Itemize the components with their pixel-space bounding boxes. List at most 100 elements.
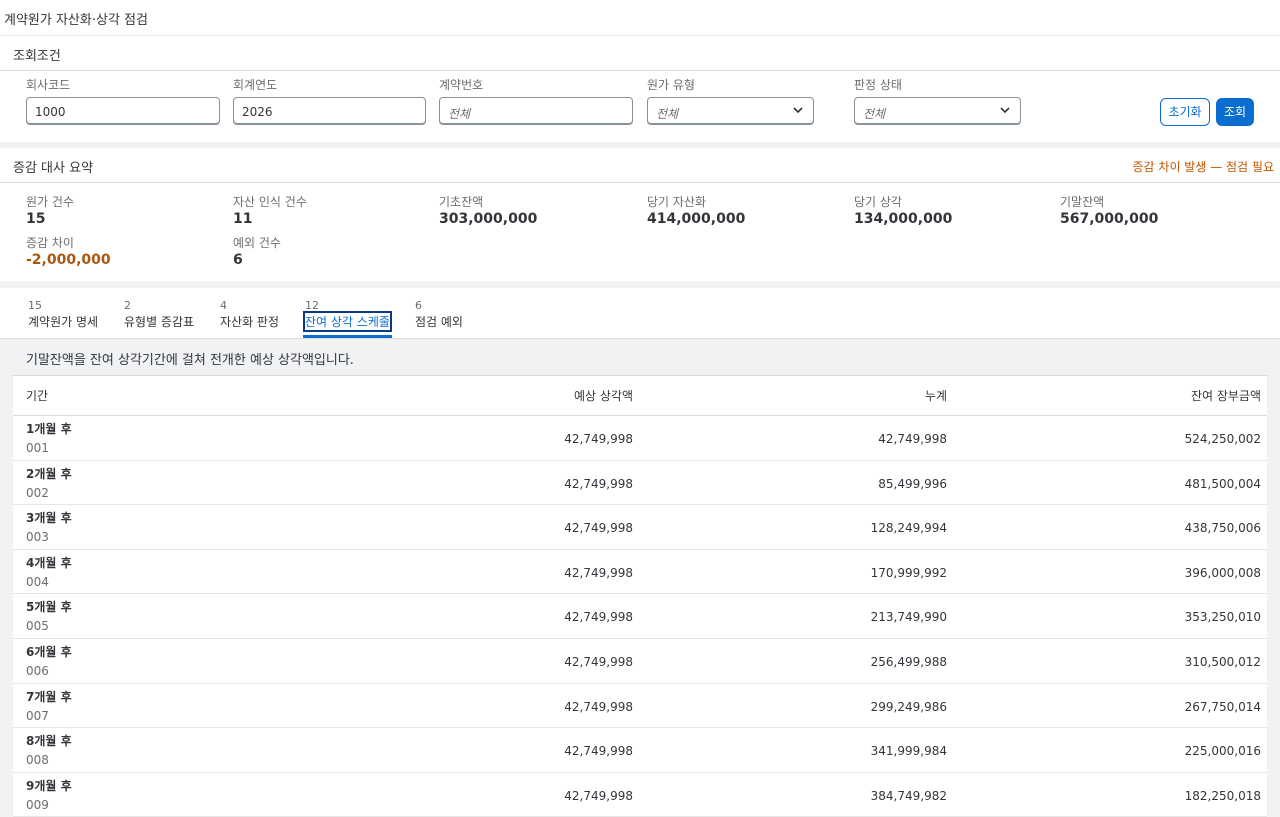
- tab-capitalization-judgement[interactable]: 4 자산화 판정: [220, 288, 280, 338]
- table-row[interactable]: 2개월 후 002 42,749,998 85,499,996 481,500,004: [13, 460, 1267, 506]
- tab-remaining-amortization-schedule[interactable]: 12 잔여 상각 스케줄: [303, 288, 392, 338]
- kpi-label-capitalization: 당기 자산화: [647, 195, 707, 209]
- expected-amortization-cell: 42,749,998: [564, 744, 633, 759]
- kpi-label-exception-count: 예외 건수: [233, 236, 281, 250]
- period-cell: 5개월 후: [26, 600, 72, 615]
- reset-button[interactable]: 초기화: [1160, 98, 1210, 126]
- kpi-value-cost-count: 15: [26, 211, 46, 227]
- summary-status-text: 증감 차이 발생 — 점검 필요: [1132, 160, 1274, 174]
- expected-amortization-cell: 42,749,998: [564, 654, 633, 669]
- table-row[interactable]: 5개월 후 005 42,749,998 213,749,990 353,250,010: [13, 594, 1267, 639]
- remaining-book-value-cell: 182,250,018: [1184, 788, 1261, 803]
- kpi-label-amortization: 당기 상각: [854, 195, 902, 209]
- chevron-down-icon: [1000, 107, 1010, 114]
- remaining-book-value-cell: 438,750,006: [1184, 521, 1261, 536]
- kpi-value-asset-count: 11: [233, 211, 253, 227]
- column-header-remaining-book-value: 잔여 장부금액: [1190, 389, 1261, 403]
- expected-amortization-cell: 42,749,998: [564, 432, 633, 446]
- table-row[interactable]: 6개월 후 006 42,749,998 256,499,988 310,500,012: [13, 638, 1267, 684]
- fiscal-year-input[interactable]: 2026: [233, 97, 426, 125]
- period-code-cell: 007: [26, 708, 49, 723]
- column-header-expected-amortization: 예상 상각액: [573, 389, 633, 403]
- cumulative-cell: 256,499,988: [870, 654, 947, 669]
- summary-panel-header: 증감 대사 요약 증감 차이 발생 — 점검 필요: [0, 148, 1280, 183]
- tab-contract-cost-details[interactable]: 15 계약원가 명세: [28, 288, 100, 338]
- kpi-label-closing-balance: 기말잔액: [1060, 195, 1105, 209]
- search-button[interactable]: 조회: [1216, 98, 1254, 126]
- cumulative-cell: 213,749,990: [870, 610, 947, 625]
- remaining-book-value-cell: 267,750,014: [1184, 699, 1261, 714]
- table-row[interactable]: 7개월 후 007 42,749,998 299,249,986 267,750,014: [13, 683, 1267, 729]
- tab-label: 유형별 증감표: [124, 315, 195, 329]
- kpi-value-difference: -2,000,000: [26, 252, 111, 268]
- cost-type-value: 전체: [656, 107, 679, 121]
- cumulative-cell: 299,249,986: [870, 699, 947, 714]
- period-cell: 3개월 후: [26, 511, 72, 526]
- tab-review-exceptions[interactable]: 6 점검 예외: [415, 288, 465, 338]
- chevron-down-icon: [793, 107, 803, 114]
- summary-panel: 증감 대사 요약 증감 차이 발생 — 점검 필요 원가 건수 15 자산 인식…: [0, 148, 1280, 281]
- table-row[interactable]: 9개월 후 009 42,749,998 384,749,982 182,250,018: [13, 772, 1267, 817]
- page-title: 계약원가 자산화·상각 점검: [4, 13, 148, 28]
- period-code-cell: 003: [26, 530, 49, 545]
- tab-label: 계약원가 명세: [28, 315, 99, 329]
- period-cell: 1개월 후: [26, 422, 72, 436]
- filter-panel-header: 조회조건: [0, 36, 1280, 71]
- cumulative-cell: 384,749,982: [870, 788, 947, 803]
- filter-section-title: 조회조건: [13, 49, 61, 64]
- tab-type-movement[interactable]: 2 유형별 증감표: [124, 288, 196, 338]
- contract-no-label: 계약번호: [439, 78, 484, 92]
- period-code-cell: 001: [26, 441, 49, 455]
- remaining-book-value-cell: 353,250,010: [1184, 610, 1261, 625]
- kpi-label-difference: 증감 차이: [26, 236, 74, 250]
- judgement-status-label: 판정 상태: [854, 78, 902, 92]
- cumulative-cell: 42,749,998: [878, 432, 947, 446]
- table-row[interactable]: 1개월 후 001 42,749,998 42,749,998 524,250,002: [13, 416, 1267, 461]
- period-cell: 8개월 후: [26, 734, 72, 749]
- tab-label: 자산화 판정: [220, 315, 280, 329]
- summary-section-title: 증감 대사 요약: [13, 161, 94, 176]
- period-cell: 9개월 후: [26, 778, 72, 793]
- expected-amortization-cell: 42,749,998: [564, 476, 633, 491]
- active-tab-indicator: [303, 335, 392, 338]
- tab-bar: 15 계약원가 명세 2 유형별 증감표 4 자산화 판정 12 잔여 상각 스…: [0, 288, 1280, 339]
- tab-count: 12: [305, 299, 319, 312]
- period-code-cell: 006: [26, 663, 49, 678]
- period-cell: 4개월 후: [26, 555, 72, 570]
- schedule-description: 기말잔액을 잔여 상각기간에 걸쳐 전개한 예상 상각액입니다.: [26, 353, 354, 368]
- kpi-value-capitalization: 414,000,000: [647, 211, 746, 227]
- expected-amortization-cell: 42,749,998: [564, 610, 633, 625]
- cumulative-cell: 85,499,996: [878, 476, 947, 491]
- tab-count: 6: [415, 299, 422, 312]
- kpi-value-exception-count: 6: [233, 252, 243, 268]
- kpi-value-opening-balance: 303,000,000: [439, 211, 538, 227]
- judgement-status-select[interactable]: 전체: [854, 97, 1021, 125]
- period-code-cell: 008: [26, 753, 49, 768]
- column-header-period: 기간: [26, 389, 49, 403]
- remaining-book-value-cell: 396,000,008: [1184, 565, 1261, 580]
- table-row[interactable]: 8개월 후 008 42,749,998 341,999,984 225,000,016: [13, 728, 1267, 773]
- tab-count: 15: [28, 299, 42, 312]
- remaining-book-value-cell: 225,000,016: [1184, 744, 1261, 759]
- period-cell: 7개월 후: [26, 689, 72, 704]
- page-header: 계약원가 자산화·상각 점검: [0, 0, 1280, 36]
- period-code-cell: 005: [26, 619, 49, 634]
- table-row[interactable]: 3개월 후 003 42,749,998 128,249,994 438,750,006: [13, 505, 1267, 550]
- kpi-label-cost-count: 원가 건수: [26, 195, 74, 209]
- period-cell: 6개월 후: [26, 644, 72, 659]
- company-code-input[interactable]: 1000: [26, 97, 220, 125]
- period-code-cell: 004: [26, 574, 49, 589]
- table-row[interactable]: 4개월 후 004 42,749,998 170,999,992 396,000,008: [13, 549, 1267, 595]
- fiscal-year-label: 회계연도: [233, 78, 278, 92]
- column-header-cumulative: 누계: [924, 389, 947, 403]
- cumulative-cell: 170,999,992: [870, 565, 947, 580]
- contract-no-input[interactable]: 전체: [439, 97, 633, 125]
- expected-amortization-cell: 42,749,998: [564, 565, 633, 580]
- cost-type-select[interactable]: 전체: [647, 97, 814, 125]
- remaining-book-value-cell: 481,500,004: [1184, 476, 1261, 491]
- filter-panel: 조회조건 회사코드 1000 회계연도 2026 계약번호 전체 원가 유형 전…: [0, 36, 1280, 142]
- table-body: 1개월 후 001 42,749,998 42,749,998 524,250,002 2…: [13, 416, 1267, 817]
- kpi-label-asset-count: 자산 인식 건수: [233, 195, 307, 209]
- tab-count: 2: [124, 299, 131, 312]
- kpi-label-opening-balance: 기초잔액: [439, 195, 484, 209]
